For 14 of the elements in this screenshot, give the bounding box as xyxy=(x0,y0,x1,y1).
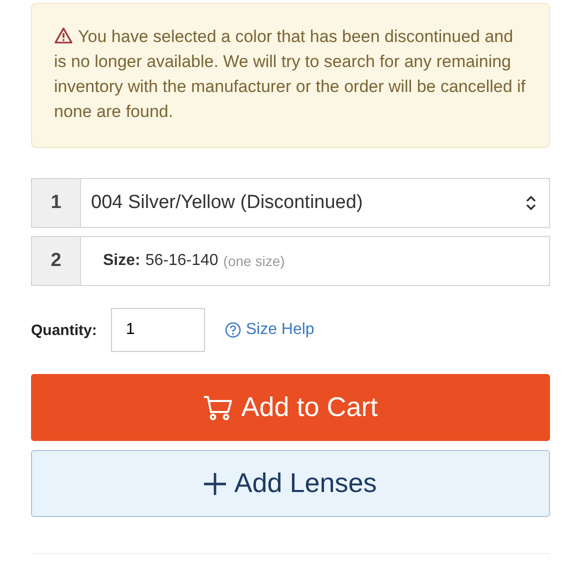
step-number: 2 xyxy=(32,237,81,285)
size-label: Size: xyxy=(103,252,140,270)
help-icon xyxy=(224,322,241,338)
size-help-link[interactable]: Size Help xyxy=(224,321,314,339)
alert-message: You have selected a color that has been discontinued and is no longer available. We will try to search for any remaining inventory with the manufacturer or the order will be cancelled if none are found. xyxy=(54,26,527,123)
plus-icon xyxy=(204,472,226,494)
quantity-label: Quantity: xyxy=(31,322,97,338)
add-lenses-button[interactable]: Add Lenses xyxy=(31,450,550,517)
cart-icon xyxy=(203,394,234,420)
quantity-field[interactable]: 1 xyxy=(110,308,205,352)
size-note: (one size) xyxy=(223,253,285,269)
size-value: 56-16-140 xyxy=(145,252,218,270)
warning-icon xyxy=(54,27,73,44)
add-to-cart-button[interactable]: Add to Cart xyxy=(31,374,550,441)
